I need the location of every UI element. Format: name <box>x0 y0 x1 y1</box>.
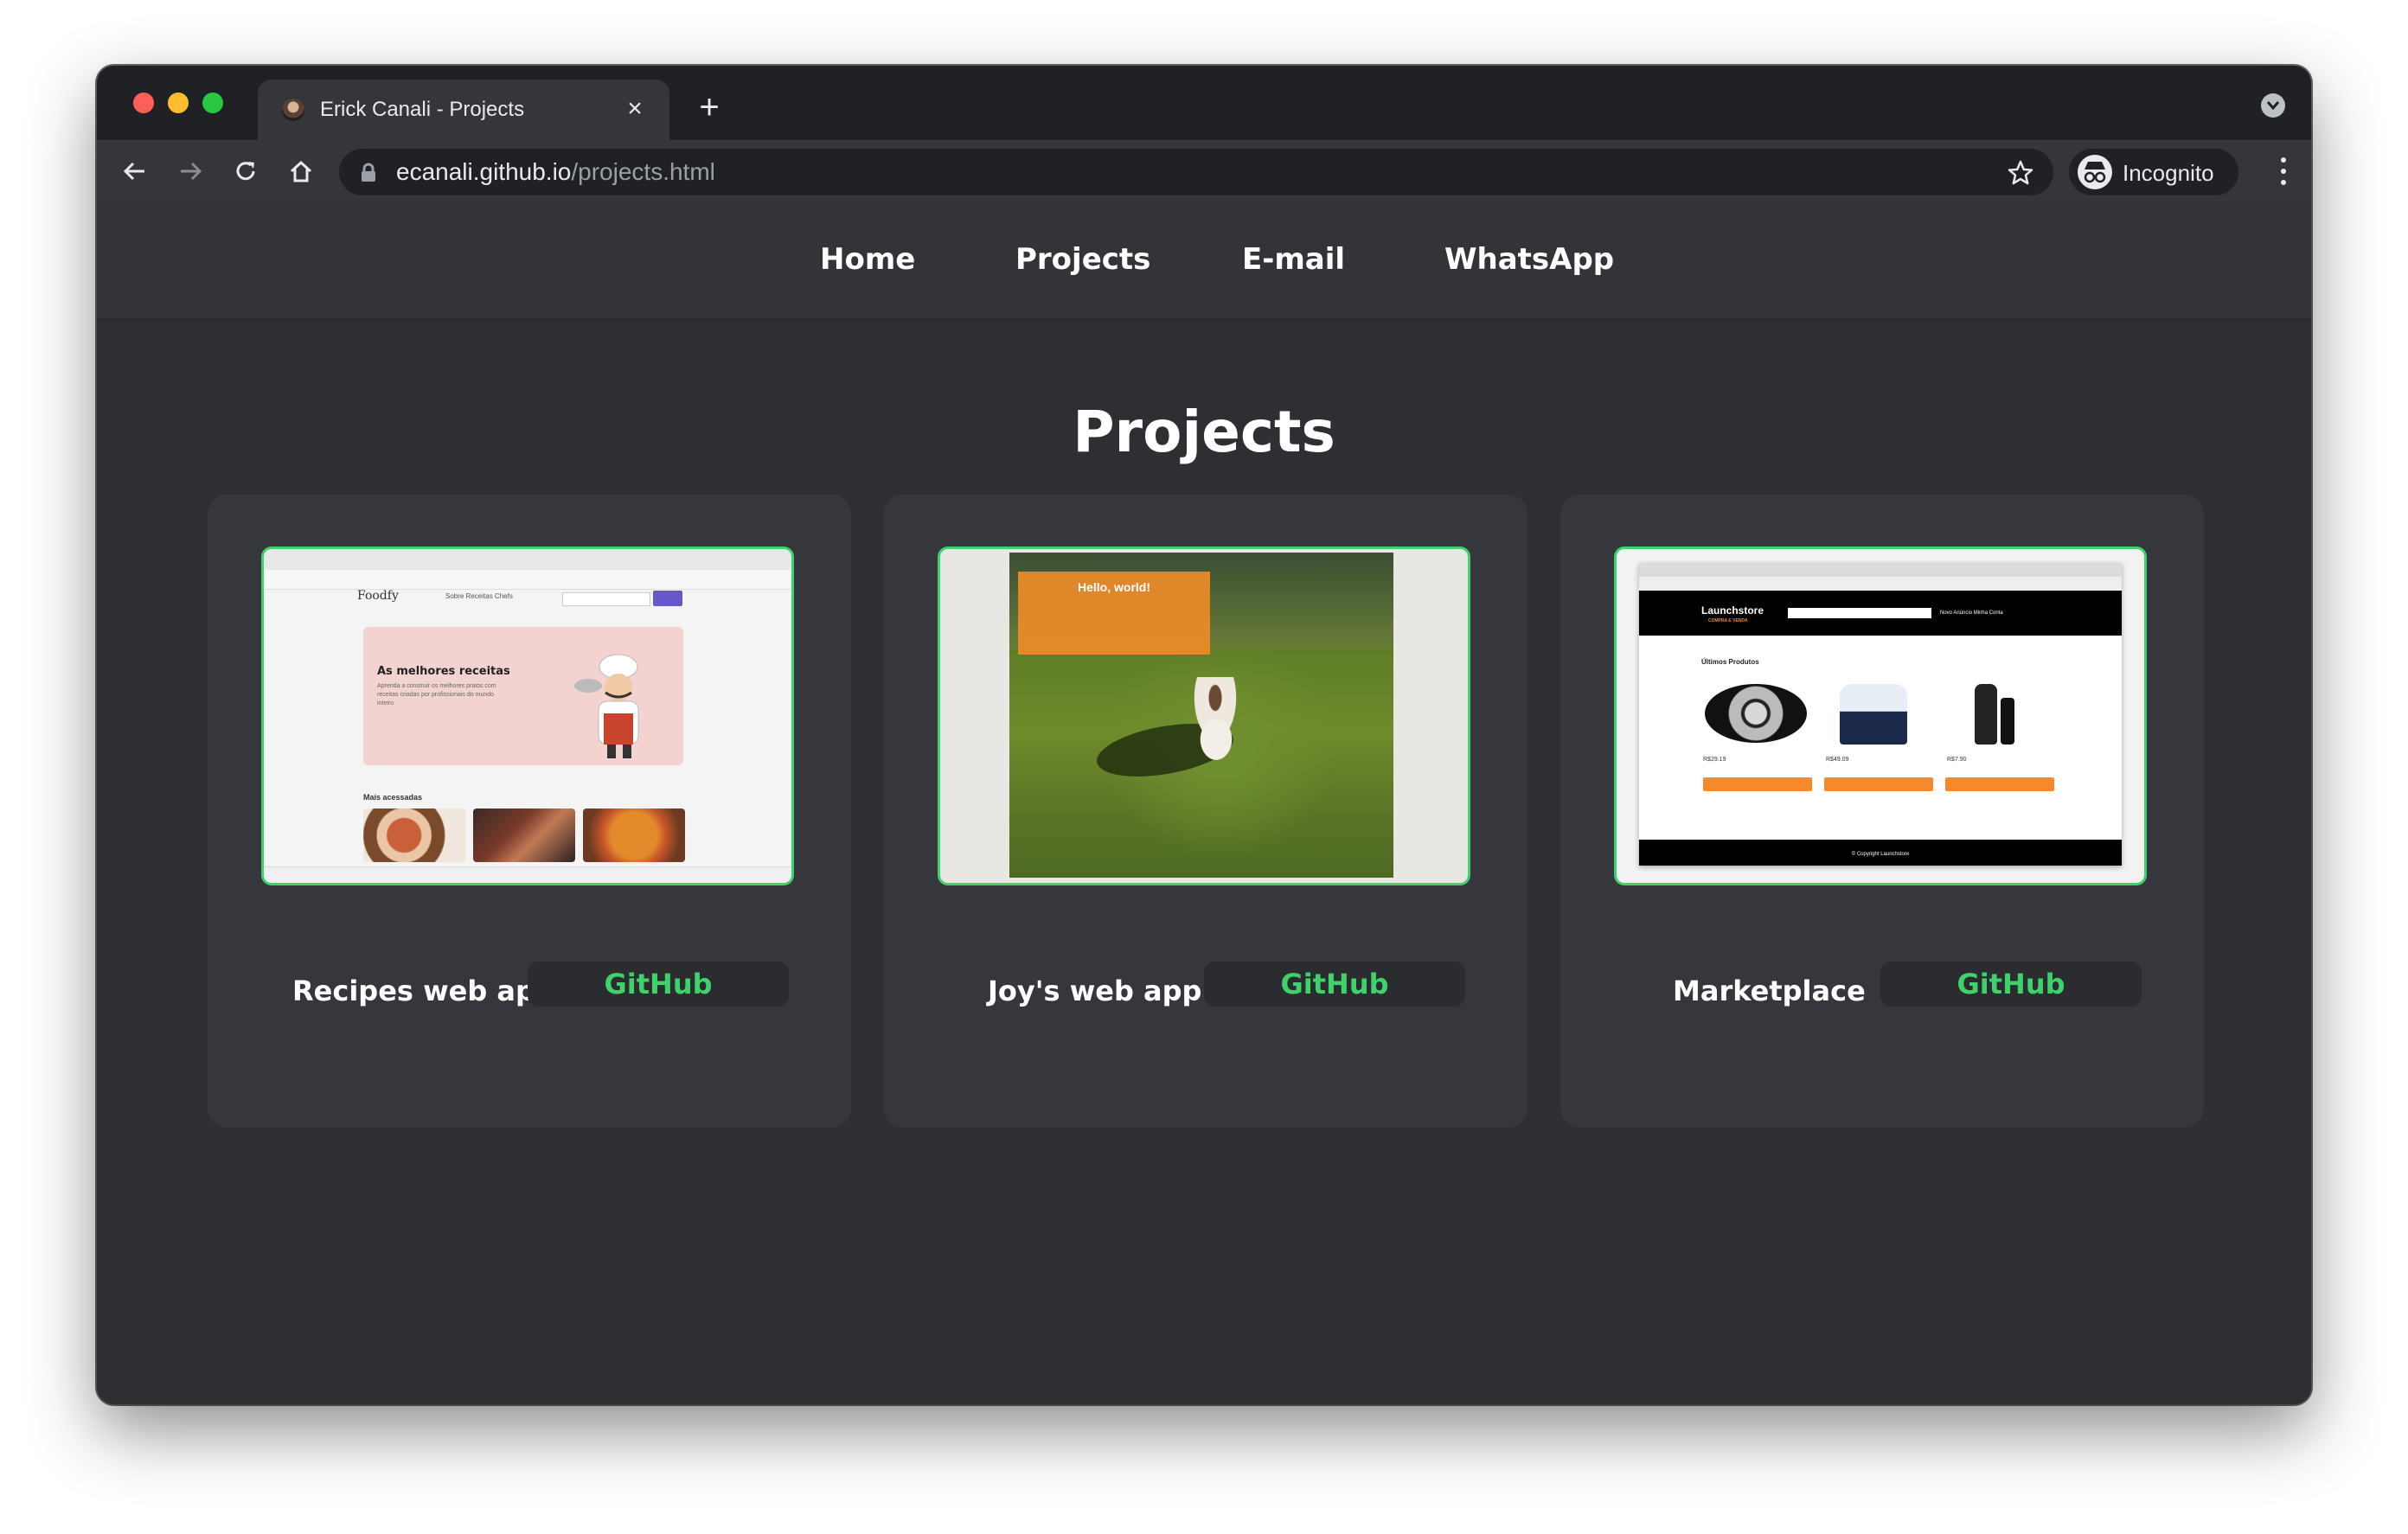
preview-food-image <box>363 809 465 862</box>
nav-link-projects[interactable]: Projects <box>1015 242 1150 277</box>
site-nav: Home Projects E-mail WhatsApp <box>97 202 2311 320</box>
nav-link-home[interactable]: Home <box>820 242 915 277</box>
preview-header-links: Novo Anúncio Minha Conta <box>1940 610 2003 616</box>
project-preview-image[interactable]: Hello, world! <box>938 546 1470 885</box>
back-arrow-icon[interactable] <box>114 150 156 192</box>
github-button[interactable]: GitHub <box>528 962 789 1007</box>
favicon-icon <box>282 99 304 121</box>
tab-title: Erick Canali - Projects <box>320 98 525 121</box>
preview-hero: As melhores receitas Aprenda a construir… <box>363 627 683 765</box>
home-icon[interactable] <box>280 150 322 192</box>
incognito-label: Incognito <box>2123 160 2214 186</box>
project-name: Marketplace <box>1673 975 1866 1007</box>
preview-food-image <box>583 809 685 862</box>
nav-link-whatsapp[interactable]: WhatsApp <box>1444 242 1614 277</box>
incognito-icon <box>2078 155 2112 189</box>
close-window-button[interactable] <box>133 93 154 113</box>
preview-product-button <box>1945 777 2054 791</box>
project-preview-image[interactable]: Launchstore COMPRA E VENDA Novo Anúncio … <box>1614 546 2147 885</box>
more-vert-icon[interactable] <box>2275 154 2292 189</box>
wheel-product-image <box>1705 684 1807 743</box>
forward-arrow-icon[interactable] <box>170 150 211 192</box>
preview-search-box <box>1788 608 1931 618</box>
lock-icon <box>362 163 375 182</box>
url-path: /projects.html <box>571 158 715 185</box>
url-text: ecanali.github.io/projects.html <box>396 158 715 186</box>
preview-food-image <box>473 809 575 862</box>
preview-browser-bar <box>264 549 791 570</box>
preview-links: Sobre Receitas Chefs <box>445 592 513 600</box>
browser-tab[interactable]: Erick Canali - Projects × <box>258 80 669 140</box>
preview-section-title: Mais acessadas <box>363 793 423 802</box>
preview-taskbar <box>264 866 791 883</box>
preview-brand: Launchstore <box>1701 604 1764 617</box>
preview-price: R$29.19 <box>1703 757 1726 763</box>
page-title: Projects <box>1073 399 1335 465</box>
incognito-profile-button[interactable]: Incognito <box>2069 149 2238 195</box>
preview-product-button <box>1824 777 1933 791</box>
preview-search-button <box>653 591 682 606</box>
tab-strip: Erick Canali - Projects × + <box>97 66 2311 140</box>
preview-product-button <box>1703 777 1812 791</box>
bottle-product-image <box>2001 698 2014 745</box>
preview-address-bar <box>264 570 791 590</box>
project-card-joy: Hello, world! Joy's web app GitHub <box>884 495 1527 1128</box>
project-preview-image[interactable]: Foodfy Sobre Receitas Chefs As melhores … <box>261 546 794 885</box>
maximize-window-button[interactable] <box>202 93 223 113</box>
bottle-product-image <box>1975 684 1997 745</box>
reload-icon[interactable] <box>225 150 266 192</box>
preview-hero-title: As melhores receitas <box>377 665 510 678</box>
project-card-marketplace: Launchstore COMPRA E VENDA Novo Anúncio … <box>1560 495 2204 1128</box>
preview-address-bar <box>1639 577 2122 591</box>
project-name: Joy's web app <box>988 975 1202 1007</box>
github-button[interactable]: GitHub <box>1204 962 1465 1007</box>
new-tab-button[interactable]: + <box>692 90 727 125</box>
tab-close-icon[interactable]: × <box>619 93 650 125</box>
preview-footer-text: © Copyright Launchstore <box>1851 852 1910 857</box>
project-card-recipes: Foodfy Sobre Receitas Chefs As melhores … <box>208 495 851 1128</box>
address-bar[interactable]: ecanali.github.io/projects.html <box>339 149 2053 195</box>
sweater-product-image <box>1840 684 1907 745</box>
preview-logo: Foodfy <box>357 589 399 603</box>
star-icon[interactable] <box>2007 159 2034 187</box>
preview-section-title: Últimos Produtos <box>1701 658 1759 666</box>
preview-price: R$49.09 <box>1826 757 1849 763</box>
minimize-window-button[interactable] <box>168 93 189 113</box>
preview-search-box <box>562 592 650 606</box>
url-host: ecanali.github.io <box>396 158 572 185</box>
preview-hero-text: Aprenda a construir os melhores pratos c… <box>377 683 496 706</box>
preview-hello-box: Hello, world! <box>1018 572 1210 655</box>
project-name: Recipes web app <box>292 975 555 1007</box>
page-content: Home Projects E-mail WhatsApp Projects F… <box>97 202 2311 1404</box>
nav-link-email[interactable]: E-mail <box>1242 242 1345 277</box>
github-button[interactable]: GitHub <box>1880 962 2142 1007</box>
chef-illustration-icon <box>574 654 639 758</box>
preview-browser-bar <box>1639 563 2122 577</box>
browser-window: Erick Canali - Projects × + ecanali.gith… <box>97 66 2311 1404</box>
preview-hello-title: Hello, world! <box>1078 580 1150 594</box>
preview-price: R$7.90 <box>1947 757 1967 763</box>
browser-toolbar: ecanali.github.io/projects.html Incognit… <box>97 140 2311 204</box>
preview-page: Launchstore COMPRA E VENDA Novo Anúncio … <box>1639 563 2122 866</box>
tab-search-icon[interactable] <box>2261 93 2285 118</box>
dog-body-image <box>1196 713 1236 765</box>
preview-brand-subtitle: COMPRA E VENDA <box>1708 618 1748 623</box>
